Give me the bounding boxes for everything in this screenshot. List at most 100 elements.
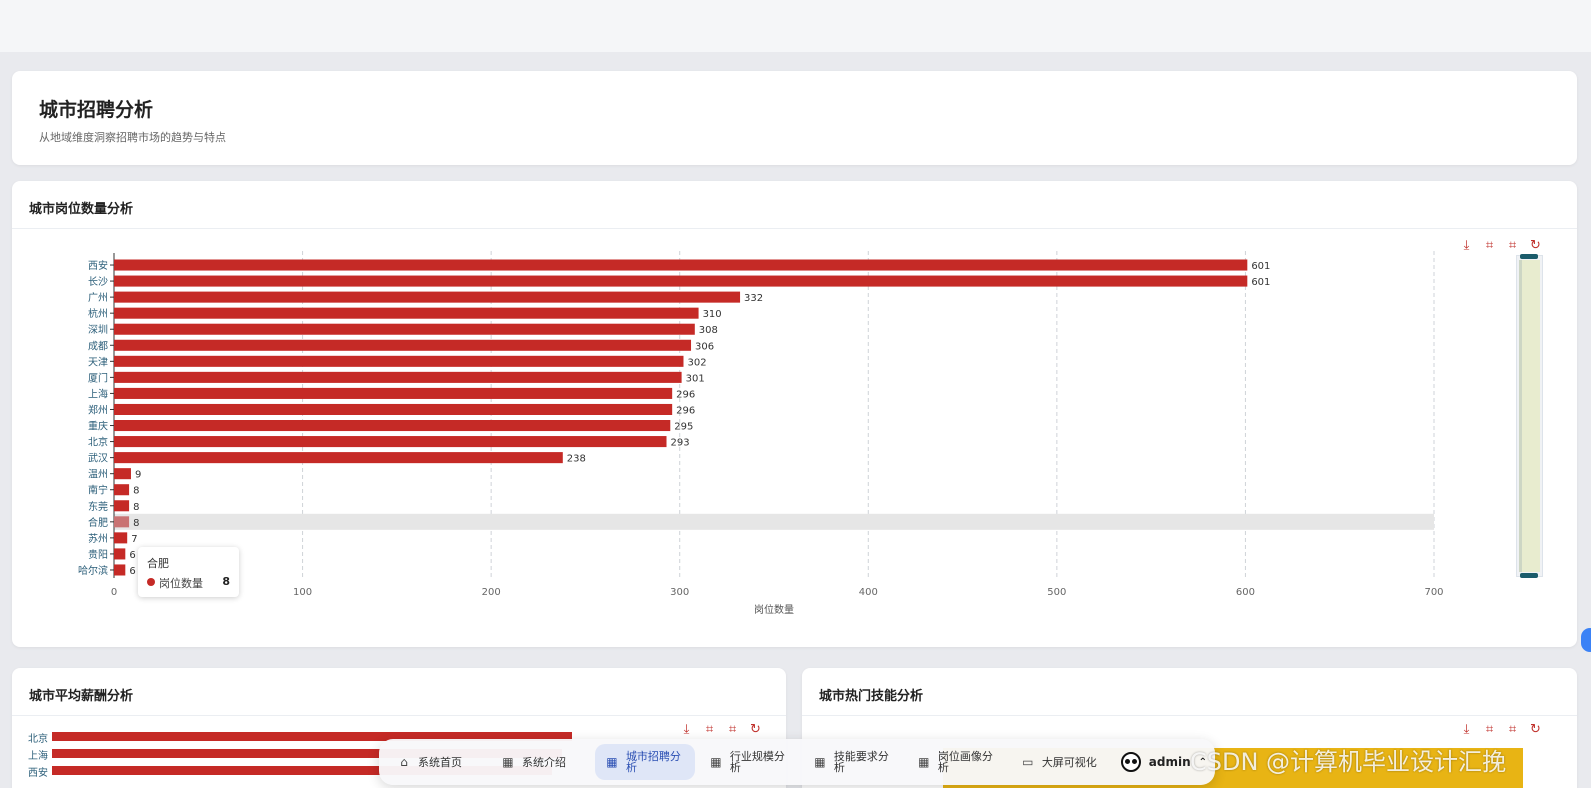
x-tick-label: 200 (482, 587, 501, 598)
data-label: 306 (695, 341, 714, 352)
bar (114, 436, 667, 448)
data-zoom-handle-bottom[interactable] (1520, 573, 1538, 578)
y-tick-label: 温州 (88, 469, 108, 481)
tooltip-marker (147, 578, 155, 586)
city-salary-toolbox: ⤓ ⌗ ⌗ ↻ (678, 721, 764, 738)
city-jobs-header: 城市岗位数量分析 (12, 181, 1577, 229)
city-salary-title: 城市平均薪酬分析 (29, 689, 134, 704)
y-tick-label: 北京 (88, 436, 108, 449)
nav-item-label: 技能要求分析 (833, 750, 889, 774)
username: admin (1148, 755, 1191, 769)
data-label: 6 (129, 550, 135, 561)
download-icon[interactable]: ⤓ (678, 721, 695, 738)
bar (114, 452, 563, 464)
data-label: 8 (133, 518, 139, 529)
nav-item-label: 城市招聘分析 (625, 750, 681, 774)
salary-city-label: 西安 (28, 768, 48, 779)
city-skills-toolbox: ⤓ ⌗ ⌗ ↻ (1458, 721, 1544, 738)
y-tick-label: 苏州 (88, 532, 108, 545)
bar (114, 532, 128, 544)
zoom-reset-icon[interactable]: ⌗ (724, 721, 741, 738)
salary-city-label: 北京 (28, 734, 48, 745)
data-label: 601 (1251, 277, 1270, 288)
data-label: 238 (567, 454, 586, 465)
zoom-reset-icon[interactable]: ⌗ (1504, 237, 1521, 254)
data-label: 296 (676, 405, 695, 416)
zoom-reset-icon[interactable]: ⌗ (1504, 721, 1521, 738)
nav-item-intro[interactable]: ▦ 系统介绍 (491, 744, 591, 780)
data-label: 308 (699, 325, 718, 336)
hover-highlight (114, 513, 1434, 530)
home-icon: ⌂ (400, 754, 408, 769)
bar (114, 323, 695, 335)
nav-item-big-screen[interactable]: ▭ 大屏可视化 (1011, 744, 1111, 780)
bar (114, 420, 671, 432)
y-tick-label: 杭州 (88, 307, 108, 320)
x-tick-label: 400 (859, 587, 878, 598)
y-tick-label: 天津 (88, 356, 108, 368)
x-axis-title: 岗位数量 (754, 603, 794, 616)
top-bar (0, 0, 1591, 52)
bar (114, 468, 131, 480)
y-tick-label: 深圳 (88, 324, 108, 336)
zoom-icon[interactable]: ⌗ (1481, 721, 1498, 738)
y-tick-label: 哈尔滨 (78, 564, 108, 577)
x-tick-label: 600 (1236, 587, 1255, 598)
bar (114, 291, 741, 303)
bar (114, 500, 130, 512)
data-label: 7 (131, 534, 137, 545)
nav-item-city-analysis[interactable]: ▦ 城市招聘分析 (594, 744, 695, 780)
data-label: 310 (703, 309, 722, 320)
x-tick-label: 700 (1424, 587, 1443, 598)
restore-icon[interactable]: ↻ (747, 721, 764, 738)
y-tick-label: 厦门 (88, 371, 108, 384)
watermark: CSDN @计算机毕业设计汇挽 (1190, 748, 1507, 776)
data-label: 295 (674, 422, 693, 433)
download-icon[interactable]: ⤓ (1458, 237, 1475, 254)
y-tick-label: 广州 (88, 292, 108, 304)
screen-icon: ▭ (1022, 754, 1034, 769)
city-salary-header: 城市平均薪酬分析 (12, 668, 786, 716)
x-tick-label: 100 (293, 587, 312, 598)
data-zoom-handle-top[interactable] (1520, 254, 1538, 259)
city-jobs-title: 城市岗位数量分析 (29, 202, 134, 217)
data-label: 8 (133, 486, 139, 497)
floating-action-dot[interactable] (1581, 628, 1591, 652)
nav-item-skills[interactable]: ▦ 技能要求分析 (803, 744, 903, 780)
chart-tooltip: 合肥 岗位数量 8 (138, 547, 239, 597)
data-zoom-slider[interactable] (1516, 254, 1543, 578)
y-tick-label: 贵阳 (88, 548, 108, 561)
download-icon[interactable]: ⤓ (1458, 721, 1475, 738)
nav-item-label: 系统首页 (418, 755, 462, 769)
data-label: 8 (133, 502, 139, 513)
city-jobs-card: 城市岗位数量分析 0 100 200 300 400 500 600 700 西安 601 长沙 60… (12, 181, 1577, 647)
data-label: 301 (686, 373, 705, 384)
data-label: 601 (1251, 261, 1270, 272)
tooltip-category: 合肥 (147, 557, 169, 570)
nav-item-label: 系统介绍 (521, 755, 566, 769)
bar (114, 564, 126, 576)
bar (114, 403, 673, 415)
restore-icon[interactable]: ↻ (1527, 237, 1544, 254)
y-tick-label: 西安 (88, 259, 108, 272)
y-tick-label: 成都 (88, 340, 108, 352)
grid-icon: ▦ (814, 754, 826, 769)
restore-icon[interactable]: ↻ (1527, 721, 1544, 738)
y-tick-label: 长沙 (88, 276, 108, 288)
grid-icon: ▦ (710, 754, 722, 769)
x-tick-label: 300 (670, 587, 689, 598)
nav-item-profile[interactable]: ▦ 岗位画像分析 (907, 744, 1007, 780)
bar (114, 355, 684, 367)
data-label: 293 (671, 438, 690, 449)
salary-city-label: 上海 (28, 751, 48, 762)
data-label: 302 (687, 357, 706, 368)
zoom-icon[interactable]: ⌗ (1481, 237, 1498, 254)
y-tick-label: 东莞 (88, 500, 108, 513)
zoom-icon[interactable]: ⌗ (701, 721, 718, 738)
nav-item-home[interactable]: ⌂ 系统首页 (387, 744, 487, 780)
bar (114, 484, 130, 496)
data-zoom-window[interactable] (1519, 260, 1540, 572)
y-tick-label: 武汉 (88, 452, 108, 465)
bottom-nav-dock: ⌂ 系统首页 ▦ 系统介绍 ▦ 城市招聘分析 ▦ 行业规模分析 ▦ 技能要求分析… (379, 739, 1215, 785)
nav-item-industry[interactable]: ▦ 行业规模分析 (699, 744, 799, 780)
